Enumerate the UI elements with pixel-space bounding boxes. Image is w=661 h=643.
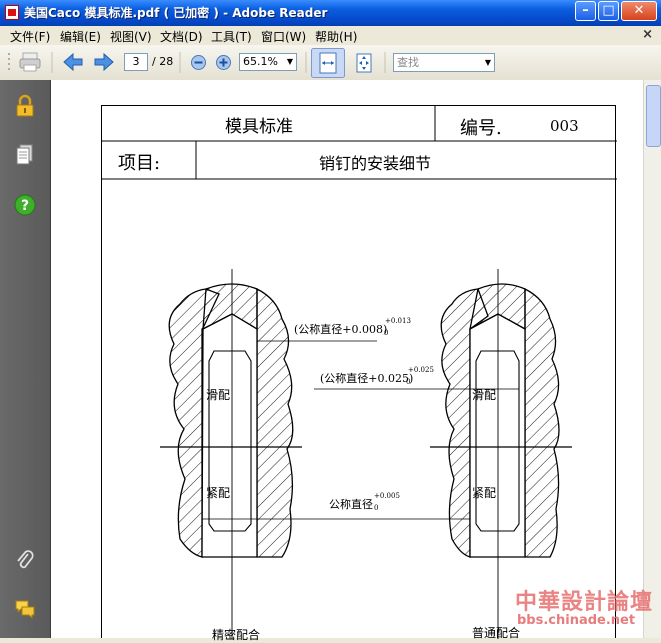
menu-file[interactable]: 文件(F) — [10, 28, 50, 45]
menu-edit[interactable]: 编辑(E) — [60, 28, 101, 45]
fit-width-icon[interactable] — [311, 48, 345, 78]
menu-window[interactable]: 窗口(W) — [261, 28, 306, 45]
close-button[interactable]: ✕ — [621, 1, 657, 21]
site-watermark: 中華設計論壇 bbs.chinade.net — [505, 580, 653, 636]
menu-view[interactable]: 视图(V) — [110, 28, 152, 45]
precision-fit-caption: 精密配合 — [212, 628, 261, 642]
project-value: 销钉的安装细节 — [319, 154, 432, 173]
help-icon[interactable]: ? — [13, 193, 37, 217]
left-assembly — [160, 269, 302, 639]
pages-icon[interactable] — [13, 143, 37, 167]
dimension-lower-tol-2: 0 — [406, 378, 411, 386]
page-number-input[interactable]: 3 — [124, 53, 148, 71]
dimension-lower-tol-1: 0 — [384, 329, 389, 337]
zoom-in-icon[interactable] — [215, 54, 232, 71]
header-title: 模具标准 — [225, 117, 293, 137]
comments-icon[interactable] — [13, 597, 37, 621]
dimension-upper-tol-3: +0.005 — [374, 492, 400, 500]
document-close-icon[interactable]: × — [642, 27, 653, 42]
maximize-button[interactable]: □ — [598, 1, 619, 21]
print-icon[interactable] — [18, 51, 42, 73]
left-tight-fit-label: 紧配 — [206, 486, 231, 500]
project-label: 项目: — [118, 153, 161, 174]
toolbar-separator — [51, 52, 53, 73]
scrollbar-thumb[interactable] — [646, 85, 661, 147]
toolbar-grip-icon — [8, 53, 10, 70]
dimension-label-3: 公称直径 — [329, 498, 373, 511]
toolbar-separator — [179, 52, 181, 73]
previous-page-icon[interactable] — [62, 52, 84, 72]
search-placeholder: 查找 — [397, 56, 419, 69]
number-value: 003 — [550, 117, 579, 135]
dimension-label-2: (公称直径+0.025) — [320, 372, 414, 385]
page-total-label: / 28 — [152, 55, 174, 68]
menu-document[interactable]: 文档(D) — [160, 28, 203, 45]
left-slide-fit-label: 滑配 — [206, 388, 231, 402]
title-bar: 美国Caco 模具标准.pdf ( 已加密 ) - Adobe Reader –… — [0, 0, 661, 26]
navigation-pane: ? — [0, 80, 51, 638]
pin-installation-drawing — [160, 269, 572, 639]
next-page-icon[interactable] — [93, 52, 115, 72]
toolbar-separator — [384, 52, 386, 73]
toolbar: 3 / 28 65.1% ▼ 查找 ▼ — [0, 45, 661, 81]
fit-page-icon[interactable] — [352, 51, 376, 75]
menu-help[interactable]: 帮助(H) — [315, 28, 357, 45]
right-tight-fit-label: 紧配 — [472, 486, 497, 500]
attachment-icon[interactable] — [13, 548, 37, 572]
chevron-down-icon: ▼ — [286, 57, 294, 66]
number-label: 编号. — [460, 118, 502, 139]
zoom-out-icon[interactable] — [190, 54, 207, 71]
chevron-down-icon: ▼ — [484, 58, 492, 67]
search-input[interactable]: 查找 ▼ — [393, 53, 495, 72]
right-slide-fit-label: 滑配 — [472, 388, 497, 402]
vertical-scrollbar[interactable] — [643, 80, 661, 638]
minimize-button[interactable]: – — [575, 1, 596, 21]
dimension-upper-tol-1: +0.013 — [385, 317, 411, 325]
toolbar-separator — [305, 52, 307, 73]
menu-bar: 文件(F) 编辑(E) 视图(V) 文档(D) 工具(T) 窗口(W) 帮助(H… — [0, 26, 661, 46]
dimension-label-1: (公称直径+0.008) — [294, 323, 388, 336]
pdf-app-icon — [5, 5, 19, 20]
pdf-page: 模具标准 编号. 003 项目: 销钉的安装细节 滑配 紧配 滑配 紧配 (公称… — [101, 105, 617, 642]
svg-text:?: ? — [21, 198, 29, 214]
dimension-upper-tol-2: +0.025 — [408, 366, 434, 374]
lock-icon[interactable] — [13, 94, 37, 118]
zoom-level-select[interactable]: 65.1% ▼ — [239, 53, 297, 71]
window-title: 美国Caco 模具标准.pdf ( 已加密 ) - Adobe Reader — [24, 6, 328, 20]
menu-tools[interactable]: 工具(T) — [211, 28, 252, 45]
zoom-level-value: 65.1% — [243, 55, 278, 68]
watermark-chinese: 中華設計論壇 — [515, 590, 654, 615]
watermark-url: bbs.chinade.net — [517, 613, 636, 628]
dimension-lower-tol-3: 0 — [374, 504, 379, 512]
